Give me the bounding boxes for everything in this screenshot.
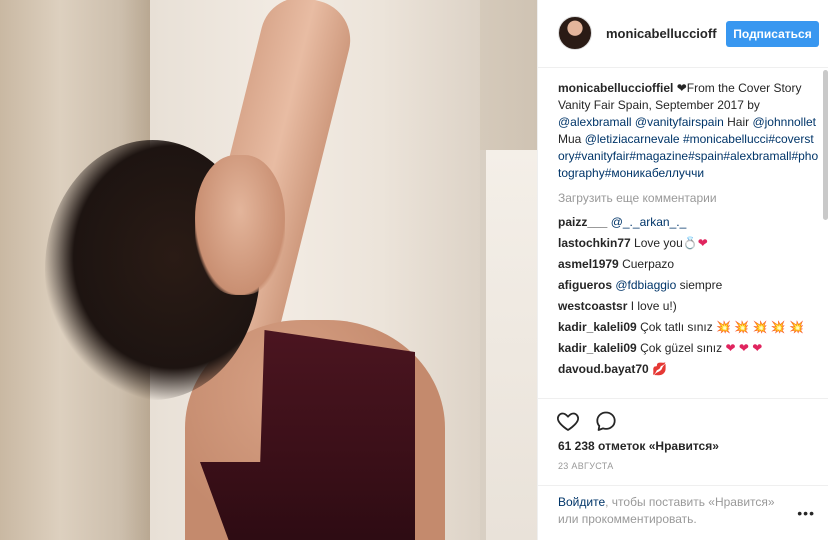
login-prompt: Войдите, чтобы поставить «Нравится» или … [558, 494, 788, 528]
speech-bubble-icon[interactable] [594, 409, 618, 433]
comment-item: afigueros @fdbiaggio siempre [558, 277, 820, 294]
comment-mention[interactable]: @_._arkan_._ [611, 215, 687, 229]
post-photo[interactable] [0, 0, 537, 540]
mention-link[interactable]: @johnnollet [752, 115, 816, 129]
comment-text: Cuerpazo [622, 257, 675, 271]
comments-scrollbar[interactable] [823, 70, 828, 220]
mention-link[interactable]: @vanityfairspain [635, 115, 724, 129]
login-link[interactable]: Войдите [558, 495, 605, 509]
comment-item: lastochkin77 Love you💍❤ [558, 235, 820, 252]
mention-link[interactable]: @alexbramall [558, 115, 632, 129]
follow-button[interactable]: Подписаться [726, 21, 819, 47]
comments-list[interactable]: monicabelluccioffiel ❤From the Cover Sto… [558, 80, 820, 398]
post-date[interactable]: 23 АВГУСТА [558, 461, 614, 471]
comment-author[interactable]: afigueros [558, 278, 612, 292]
post-caption: monicabelluccioffiel ❤From the Cover Sto… [558, 80, 820, 182]
heart-emoji: ❤ [676, 81, 687, 95]
avatar[interactable] [558, 16, 592, 50]
post-sidebar: monicabelluccioff Подписаться monicabell… [537, 0, 828, 540]
comment-text: Çok tatlı sınız [640, 320, 717, 334]
comment-item: kadir_kaleli09 Çok tatlı sınız 💥 💥 💥 💥 💥 [558, 319, 820, 336]
comment-emoji: ❤ ❤ ❤ [725, 341, 763, 355]
caption-text: Hair [723, 115, 753, 129]
comment-author[interactable]: asmel1979 [558, 257, 619, 271]
comment-author[interactable]: paizz___ [558, 215, 607, 229]
load-more-comments-link[interactable]: Загрузить еще комментарии [558, 190, 820, 207]
heart-outline-icon[interactable] [556, 409, 580, 433]
comment-author[interactable]: kadir_kaleli09 [558, 341, 637, 355]
comment-author[interactable]: kadir_kaleli09 [558, 320, 637, 334]
mention-link[interactable]: @letiziacarnevale [585, 132, 680, 146]
photo-window [480, 150, 537, 540]
comment-item: davoud.bayat70 💋 [558, 361, 820, 378]
comment-text: Çok güzel sınız [640, 341, 726, 355]
ellipsis-icon[interactable]: ••• [797, 505, 815, 521]
likes-count[interactable]: 61 238 отметок «Нравится» [558, 439, 719, 453]
header-username[interactable]: monicabelluccioff [606, 26, 717, 41]
caption-text: Mua [558, 132, 585, 146]
post-header: monicabelluccioff Подписаться [538, 0, 828, 68]
comment-mention[interactable]: @fdbiaggio [615, 278, 676, 292]
comment-item: westcoastsr I love u!) [558, 298, 820, 315]
comment-emoji: 💍❤ [682, 236, 708, 250]
comment-emoji: 💥 💥 💥 💥 💥 [716, 320, 805, 334]
comment-text: siempre [676, 278, 723, 292]
photo-face [195, 155, 285, 295]
comment-item: paizz___ @_._arkan_._ [558, 214, 820, 231]
comment-author[interactable]: davoud.bayat70 [558, 362, 649, 376]
comment-emoji: 💋 [652, 362, 667, 376]
action-bar [538, 398, 828, 438]
caption-author[interactable]: monicabelluccioffiel [558, 81, 673, 95]
comment-item: asmel1979 Cuerpazo [558, 256, 820, 273]
comment-text: I love u!) [630, 299, 677, 313]
comment-text: Love you [634, 236, 683, 250]
post-footer: Войдите, чтобы поставить «Нравится» или … [538, 485, 828, 540]
comment-author[interactable]: westcoastsr [558, 299, 627, 313]
comment-item: kadir_kaleli09 Çok güzel sınız ❤ ❤ ❤ [558, 340, 820, 357]
comment-author[interactable]: lastochkin77 [558, 236, 631, 250]
